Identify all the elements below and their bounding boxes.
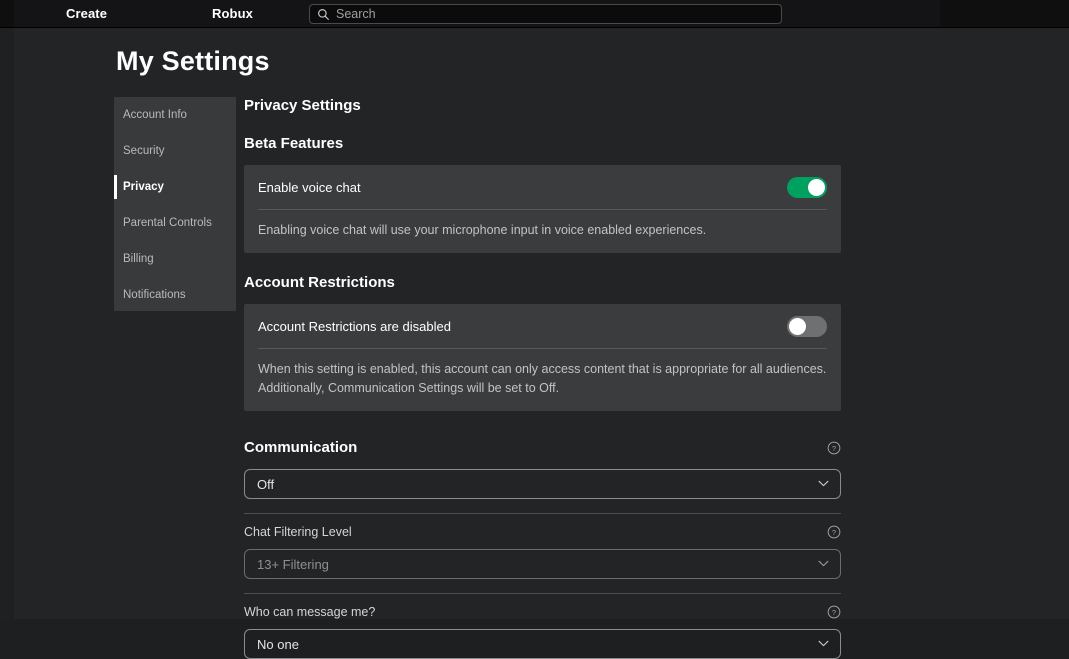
- sidebar-item-billing[interactable]: Billing: [114, 241, 236, 277]
- sidebar-item-security[interactable]: Security: [114, 133, 236, 169]
- sidebar-item-notifications[interactable]: Notifications: [114, 277, 236, 313]
- search-box[interactable]: [309, 4, 782, 24]
- account-restrictions-row: Account Restrictions are disabled: [244, 304, 841, 348]
- help-circle-icon[interactable]: ?: [827, 441, 841, 455]
- sidebar-item-label: Billing: [123, 253, 154, 265]
- svg-text:?: ?: [832, 608, 836, 617]
- page-title: My Settings: [116, 46, 270, 76]
- svg-text:?: ?: [832, 444, 836, 453]
- beta-features-card: Enable voice chat Enabling voice chat wi…: [244, 165, 841, 253]
- communication-heading: Communication: [244, 439, 358, 456]
- section-divider: [244, 593, 841, 594]
- enable-voice-chat-description: Enabling voice chat will use your microp…: [258, 223, 707, 237]
- account-restrictions-heading: Account Restrictions: [244, 274, 395, 291]
- account-restrictions-card: Account Restrictions are disabled When t…: [244, 304, 841, 411]
- account-restrictions-label: Account Restrictions are disabled: [258, 318, 451, 334]
- nav-link-create[interactable]: Create: [66, 7, 107, 21]
- enable-voice-chat-row: Enable voice chat: [244, 165, 841, 209]
- nav-link-robux[interactable]: Robux: [212, 7, 253, 21]
- settings-content: Privacy Settings Beta Features Enable vo…: [244, 97, 841, 659]
- search-icon: [318, 9, 329, 20]
- toggle-knob: [789, 317, 806, 335]
- chat-filtering-level-value: 13+ Filtering: [257, 556, 329, 572]
- communication-select-value: Off: [257, 476, 275, 492]
- page-left-strip: [0, 28, 14, 619]
- svg-text:?: ?: [832, 528, 836, 537]
- toggle-knob: [808, 178, 825, 196]
- sidebar-item-label: Security: [123, 145, 165, 157]
- enable-voice-chat-toggle[interactable]: [787, 176, 827, 198]
- search-input[interactable]: [336, 5, 776, 23]
- section-divider: [244, 513, 841, 514]
- who-can-message-me-select[interactable]: No one: [244, 629, 841, 659]
- sidebar-item-privacy[interactable]: Privacy: [114, 169, 236, 205]
- page-right-strip: [940, 28, 1069, 619]
- page-body: My Settings Account Info Security Privac…: [0, 28, 1069, 659]
- sidebar-item-label: Parental Controls: [123, 217, 212, 229]
- communication-select[interactable]: Off: [244, 469, 841, 499]
- help-circle-icon[interactable]: ?: [827, 605, 841, 619]
- settings-sidebar: Account Info Security Privacy Parental C…: [114, 97, 236, 311]
- chat-filtering-level-label: Chat Filtering Level: [244, 525, 352, 539]
- chevron-down-icon: [818, 480, 829, 487]
- who-can-message-me-row: Who can message me? ?: [244, 601, 841, 623]
- top-navigation-bar: Create Robux: [0, 0, 1069, 28]
- enable-voice-chat-label: Enable voice chat: [258, 179, 361, 195]
- sidebar-item-label: Account Info: [123, 109, 187, 121]
- who-can-message-me-label: Who can message me?: [244, 605, 376, 619]
- sidebar-item-account-info[interactable]: Account Info: [114, 97, 236, 133]
- sidebar-item-parental-controls[interactable]: Parental Controls: [114, 205, 236, 241]
- account-restrictions-toggle[interactable]: [787, 315, 827, 337]
- chat-filtering-level-row: Chat Filtering Level ?: [244, 521, 841, 543]
- privacy-settings-heading: Privacy Settings: [244, 97, 361, 114]
- chat-filtering-level-select[interactable]: 13+ Filtering: [244, 549, 841, 579]
- account-restrictions-description: When this setting is enabled, this accou…: [258, 362, 827, 395]
- sidebar-item-label: Notifications: [123, 289, 186, 301]
- beta-features-heading: Beta Features: [244, 135, 344, 152]
- who-can-message-me-value: No one: [257, 636, 299, 652]
- help-circle-icon[interactable]: ?: [827, 525, 841, 539]
- chevron-down-icon: [818, 640, 829, 647]
- sidebar-item-label: Privacy: [123, 181, 164, 193]
- chevron-down-icon: [818, 560, 829, 567]
- communication-header: Communication ?: [244, 439, 841, 457]
- top-navigation-inner: Create Robux: [14, 0, 940, 27]
